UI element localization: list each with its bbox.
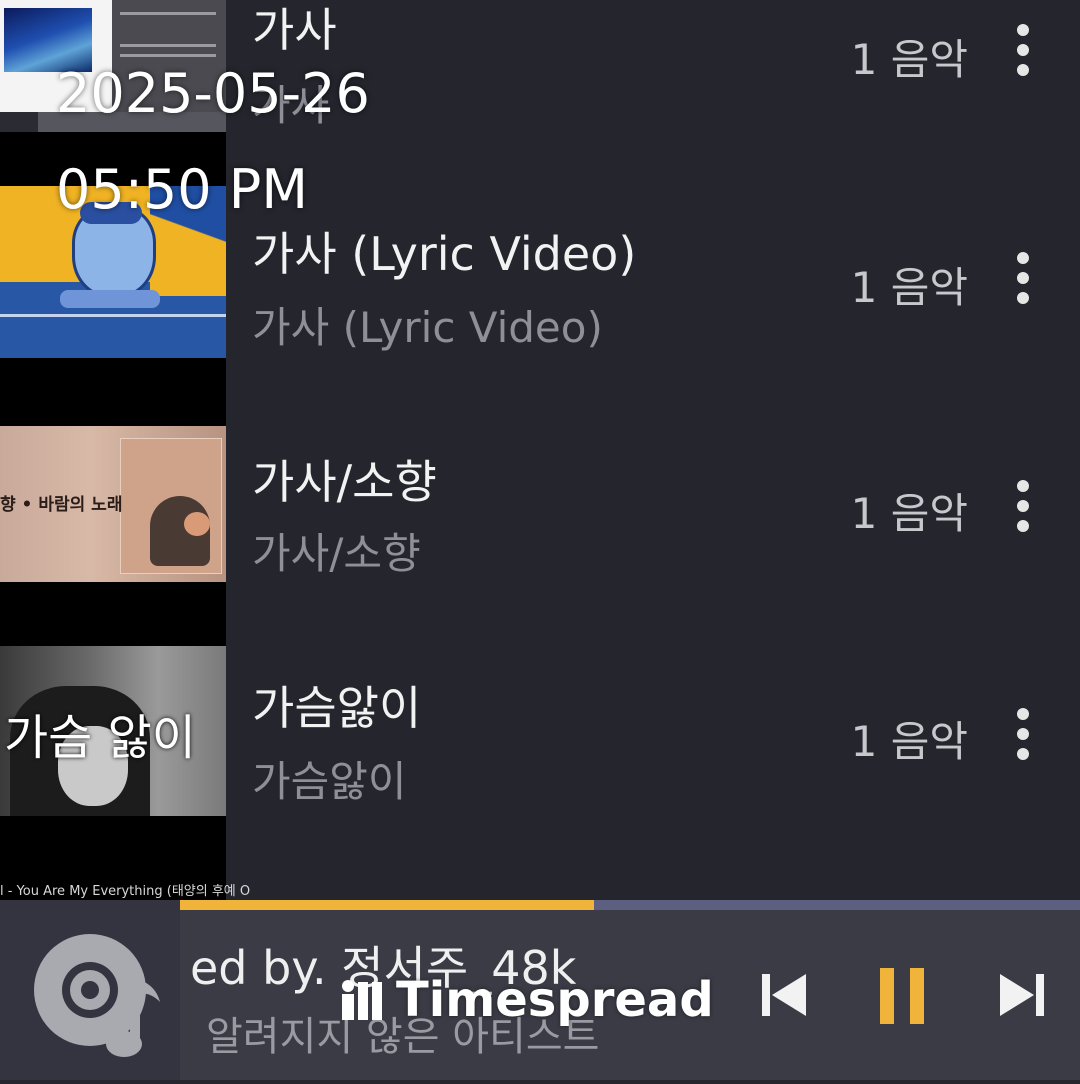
track-row[interactable]: 가사/소향 가사/소향 1 음악	[226, 420, 1080, 646]
thumbnail-text: 향 • 바람의 노래	[0, 495, 123, 515]
thumbnail-caption: l - You Are My Everything (태양의 후예 O	[0, 884, 251, 899]
track-title: 가슴앓이	[252, 681, 422, 735]
timespread-logo-icon	[342, 980, 382, 1020]
track-title: 가사/소향	[252, 455, 437, 509]
thumbnail-column: 향 • 바람의 노래 가슴 앓이 l - You Are My Everythi…	[0, 0, 250, 900]
track-list: 향 • 바람의 노래 가슴 앓이 l - You Are My Everythi…	[0, 0, 1080, 900]
progress-fill	[180, 900, 594, 910]
watermark-text: Timespread	[396, 972, 714, 1028]
more-options-icon[interactable]	[1014, 480, 1030, 532]
more-options-icon[interactable]	[1014, 24, 1030, 76]
track-thumbnail[interactable]: 향 • 바람의 노래	[0, 426, 226, 582]
watermark: Timespread	[340, 972, 714, 1028]
track-row[interactable]: 가사 (Lyric Video) 가사 (Lyric Video) 1 음악	[226, 194, 1080, 420]
album-art[interactable]	[0, 900, 180, 1080]
more-options-icon[interactable]	[1014, 252, 1030, 304]
track-subtitle: 가슴앓이	[252, 757, 407, 806]
track-subtitle: 가사/소향	[252, 529, 421, 578]
time-stamp: 05:50 PM	[56, 158, 308, 221]
next-button[interactable]	[998, 972, 1048, 1018]
track-count: 1 음악	[850, 263, 968, 312]
pause-icon	[880, 968, 924, 1024]
track-count: 1 음악	[850, 489, 968, 538]
date-stamp: 2025-05-26	[56, 62, 370, 125]
thumbnail-text: 가슴 앓이	[4, 710, 196, 766]
track-title: 가사	[252, 3, 337, 57]
track-title: 가사 (Lyric Video)	[252, 227, 637, 281]
track-row[interactable]: 가슴앓이 가슴앓이 1 음악	[226, 648, 1080, 874]
pause-button[interactable]	[878, 968, 928, 1024]
progress-bar[interactable]	[180, 900, 1080, 910]
skip-next-icon	[1000, 974, 1044, 1016]
music-disc-icon	[34, 934, 160, 1057]
skip-previous-icon	[762, 974, 806, 1016]
more-options-icon[interactable]	[1014, 708, 1030, 760]
track-subtitle: 가사 (Lyric Video)	[252, 303, 603, 352]
track-thumbnail[interactable]: 가슴 앓이	[0, 646, 226, 816]
track-count: 1 음악	[850, 35, 968, 84]
previous-button[interactable]	[760, 972, 810, 1018]
track-count: 1 음악	[850, 717, 968, 766]
